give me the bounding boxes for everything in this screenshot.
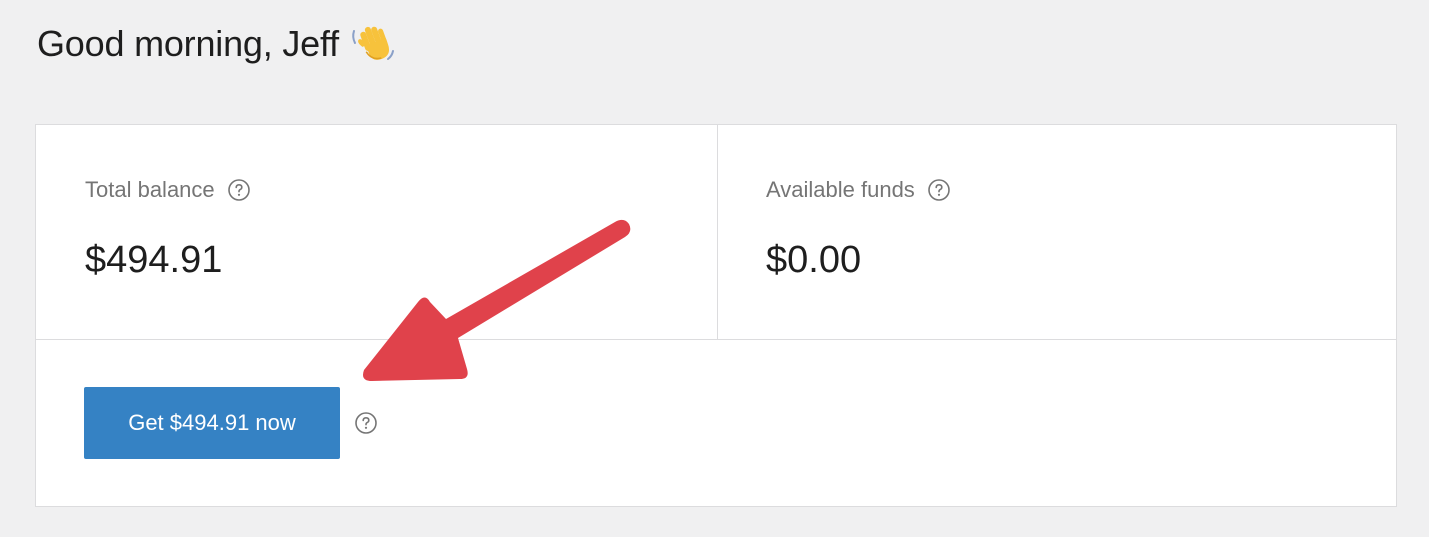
available-funds-label-row: Available funds — [766, 177, 951, 203]
total-balance-value: $494.91 — [85, 239, 223, 281]
stats-row: Total balance $494.91 Available funds $0… — [36, 125, 1396, 340]
waving-hand-icon — [349, 20, 397, 68]
total-balance-label: Total balance — [85, 177, 215, 202]
available-funds-stat: Available funds $0.00 — [718, 125, 1397, 339]
greeting-heading: Good morning, Jeff — [37, 20, 397, 68]
question-circle-icon[interactable] — [927, 178, 951, 202]
total-balance-label-row: Total balance — [85, 177, 251, 203]
balance-card: Total balance $494.91 Available funds $0… — [35, 124, 1397, 507]
available-funds-value: $0.00 — [766, 239, 862, 281]
total-balance-stat: Total balance $494.91 — [36, 125, 718, 339]
available-funds-label: Available funds — [766, 177, 915, 202]
question-circle-icon[interactable] — [227, 178, 251, 202]
greeting-text: Good morning, Jeff — [37, 23, 339, 64]
question-circle-icon[interactable] — [354, 411, 378, 435]
action-row: Get $494.91 now — [36, 339, 1396, 507]
get-funds-now-button[interactable]: Get $494.91 now — [84, 387, 340, 459]
